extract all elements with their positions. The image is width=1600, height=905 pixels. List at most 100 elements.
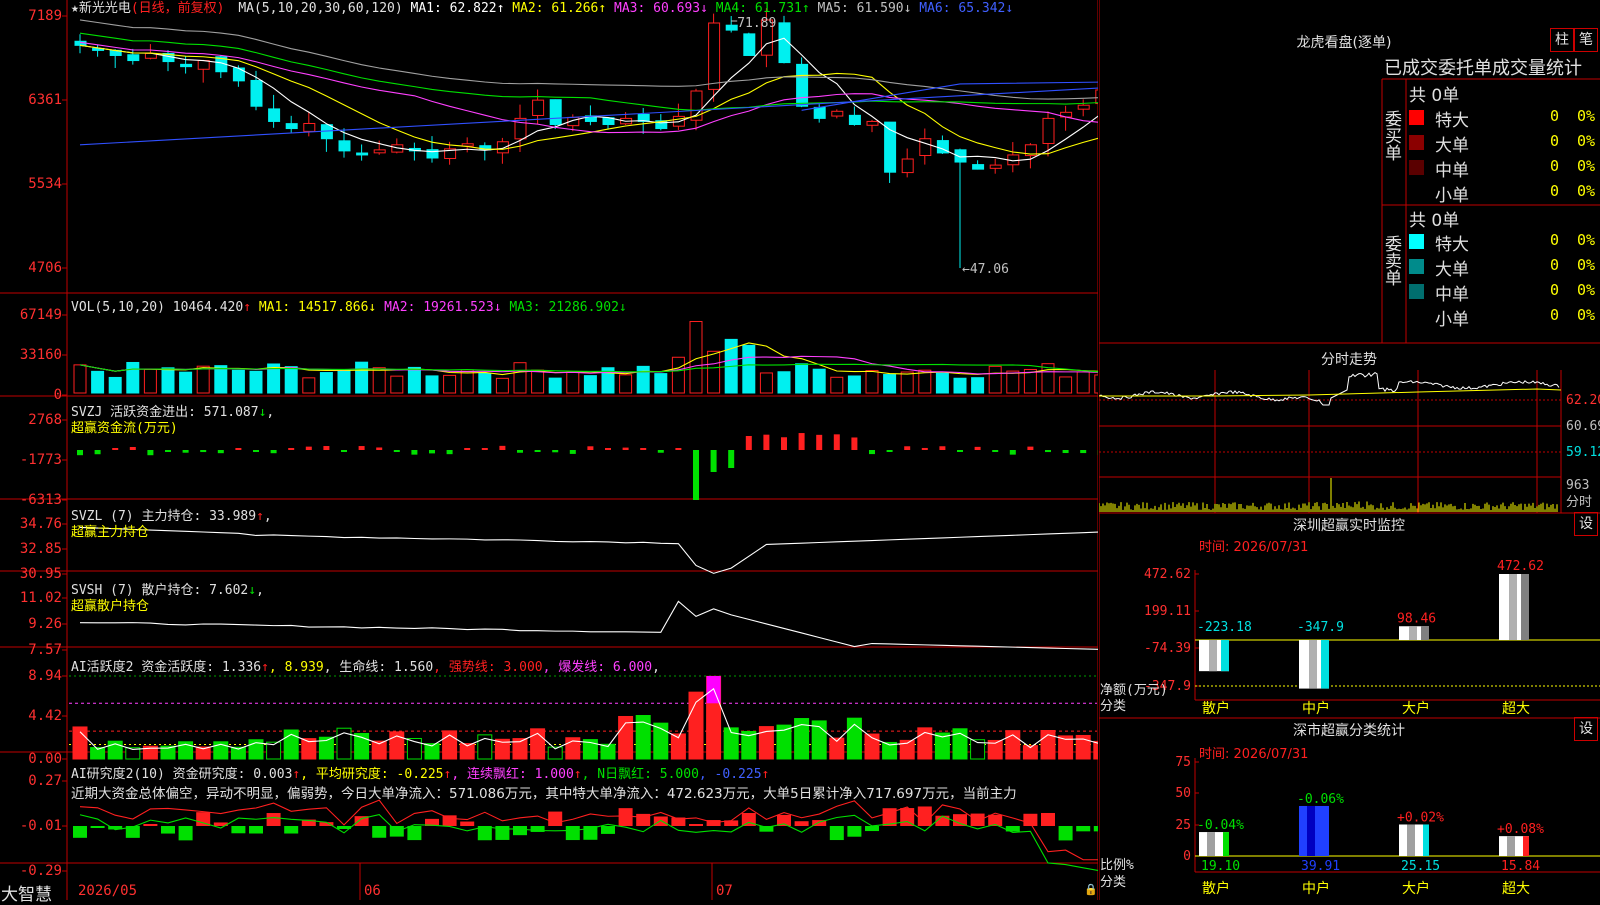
ai1-title: AI活跃度2 资金活跃度: 1.336 bbox=[71, 660, 261, 675]
sell-row-name: 特大 bbox=[1435, 230, 1469, 255]
dragon-title: 龙虎看盘(逐单) bbox=[1269, 32, 1419, 52]
svzj-subtitle: 超赢资金流(万元) bbox=[71, 421, 178, 436]
monitor-bar-edge bbox=[1421, 626, 1429, 640]
classify-bar-shade bbox=[1507, 836, 1515, 856]
intraday-tick: 60.69 bbox=[1566, 419, 1600, 434]
classify-category: 超大 bbox=[1502, 881, 1530, 897]
stock-mode[interactable]: (日线，前复权) bbox=[131, 1, 225, 16]
buy-row-value: 0 bbox=[1539, 107, 1559, 125]
sell-row-swatch bbox=[1409, 234, 1424, 249]
svzj-bar bbox=[429, 450, 435, 453]
ai2-bar bbox=[865, 826, 879, 831]
ai1-part-1: , 8.939 bbox=[269, 660, 324, 675]
volume-bar bbox=[708, 351, 720, 393]
svzj-bar bbox=[746, 436, 752, 450]
candle-body bbox=[920, 139, 931, 156]
ma-value-2: MA3: 60.693↓ bbox=[606, 1, 708, 16]
svzj-bar bbox=[975, 447, 981, 450]
ai2-part-5: , N日飘红: 5.000 bbox=[582, 767, 699, 782]
vol-tick: 0 bbox=[54, 387, 62, 403]
lock-icon[interactable]: 🔒 bbox=[1084, 883, 1098, 896]
sell-row-pct: 0% bbox=[1577, 231, 1595, 249]
ai2-bar bbox=[1059, 826, 1073, 840]
intraday-tick: 59.12 bbox=[1566, 445, 1600, 460]
ai1-part-3: , 强势线: 3.000 bbox=[433, 660, 542, 675]
bar-mode-button[interactable]: 柱 bbox=[1550, 28, 1574, 52]
classify-change-label: +0.02% bbox=[1397, 810, 1444, 825]
svzj-bar bbox=[675, 448, 681, 450]
vol-ma-value-1: MA2: 19261.523↓ bbox=[376, 300, 501, 315]
ai2-bar bbox=[654, 816, 668, 826]
right-panel: 62.2060.6959.12963分时472.62199.11-74.39-3… bbox=[1099, 0, 1600, 900]
volume-bar bbox=[514, 363, 526, 393]
monitor-time: 时间: 2026/07/31 bbox=[1199, 536, 1308, 555]
monitor-category: 散户 bbox=[1202, 700, 1230, 717]
buy-row-name: 中单 bbox=[1435, 156, 1469, 181]
ai2-bar bbox=[1076, 826, 1090, 831]
stock-name[interactable]: ★新光光电 bbox=[71, 1, 131, 16]
monitor-bar bbox=[1499, 574, 1529, 640]
volume-bar bbox=[549, 378, 561, 393]
monitor-title: 深圳超赢实时监控 bbox=[1249, 515, 1449, 535]
ai2-bar bbox=[847, 826, 861, 837]
ai1-part-2: , 生命线: 1.560 bbox=[324, 660, 433, 675]
svzj-bar bbox=[517, 450, 523, 453]
svzj-tick: -1773 bbox=[20, 452, 62, 468]
svzj-bar bbox=[218, 450, 224, 453]
main-chart-area[interactable]: 7189636155344706671493316002768-1773-631… bbox=[0, 0, 1098, 900]
svsh-header: SVSH (7) 散户持仓: 7.602↓, 超赢散户持仓 bbox=[71, 583, 264, 615]
monitor-y-tick: 199.11 bbox=[1144, 604, 1191, 619]
ma2-line bbox=[80, 45, 1098, 154]
svzj-tick: -6313 bbox=[20, 492, 62, 508]
svzj-bar bbox=[288, 448, 294, 450]
volume-bar bbox=[285, 367, 297, 393]
candle-body bbox=[709, 23, 720, 89]
classify-ylabel: 比例% bbox=[1100, 858, 1134, 873]
x-label-jun: 06 bbox=[364, 883, 381, 899]
volume-bar bbox=[919, 370, 931, 393]
volume-bar bbox=[496, 378, 508, 393]
ai2-bar bbox=[407, 826, 421, 840]
classify-category: 中户 bbox=[1302, 880, 1330, 897]
classify-y-tick: 0 bbox=[1183, 849, 1191, 864]
monitor-ylabel: 净额(万元) bbox=[1100, 683, 1168, 698]
candle-body bbox=[990, 165, 1001, 168]
svzj-bar bbox=[552, 450, 558, 452]
buy-row-swatch bbox=[1409, 135, 1424, 150]
svzj-bar bbox=[253, 450, 259, 452]
monitor-settings-button[interactable]: 设 bbox=[1574, 512, 1598, 536]
ma-value-0: MA1: 62.822↑ bbox=[411, 1, 505, 16]
main-chart-svg[interactable]: 7189636155344706671493316002768-1773-631… bbox=[0, 0, 1098, 900]
candle-body bbox=[357, 153, 368, 155]
ma-values: MA1: 62.822↑ MA2: 61.266↑ MA3: 60.693↓ M… bbox=[411, 1, 1014, 16]
ai2-bar bbox=[1094, 826, 1098, 831]
volume-bar bbox=[320, 373, 332, 393]
volume-bar bbox=[532, 370, 544, 393]
monitor-bar bbox=[1299, 640, 1329, 689]
vol-tick: 67149 bbox=[20, 307, 62, 323]
svzj-bar bbox=[165, 450, 171, 452]
volume-bar bbox=[655, 374, 667, 393]
monitor-bar-edge bbox=[1221, 640, 1229, 671]
ai2-bar bbox=[91, 826, 105, 828]
ai2-header: AI研究度2(10) 资金研究度: 0.003↑, 平均研究度: -0.225↑… bbox=[71, 767, 769, 783]
svsh-title: SVSH (7) 散户持仓: 7.602 bbox=[71, 583, 248, 598]
volume-bar bbox=[796, 364, 808, 393]
monitor-category: 中户 bbox=[1302, 700, 1330, 717]
volume-bar bbox=[250, 371, 262, 393]
buy-total: 共 0单 bbox=[1409, 81, 1459, 106]
pen-mode-button[interactable]: 笔 bbox=[1574, 28, 1598, 52]
svsh-arrow: ↓ bbox=[248, 583, 256, 598]
ai2-part-7: ↑ bbox=[762, 767, 770, 782]
svzj-bar bbox=[922, 448, 928, 450]
classify-title: 深市超赢分类统计 bbox=[1249, 720, 1449, 740]
classify-xlabel: 分类 bbox=[1100, 875, 1126, 890]
ai2-commentary: 近期大资金总体偏空，异动不明显，偏弱势，今日大单净流入：571.086万元，其中… bbox=[71, 786, 1097, 802]
svzl-title: SVZL (7) 主力持仓: 33.989 bbox=[71, 509, 256, 524]
classify-settings-button[interactable]: 设 bbox=[1574, 717, 1598, 741]
candle-body bbox=[181, 64, 192, 66]
price-tick: 5534 bbox=[28, 176, 62, 192]
sell-row-value: 0 bbox=[1539, 256, 1559, 274]
monitor-category: 超大 bbox=[1502, 701, 1530, 717]
svzj-bar bbox=[623, 448, 629, 450]
